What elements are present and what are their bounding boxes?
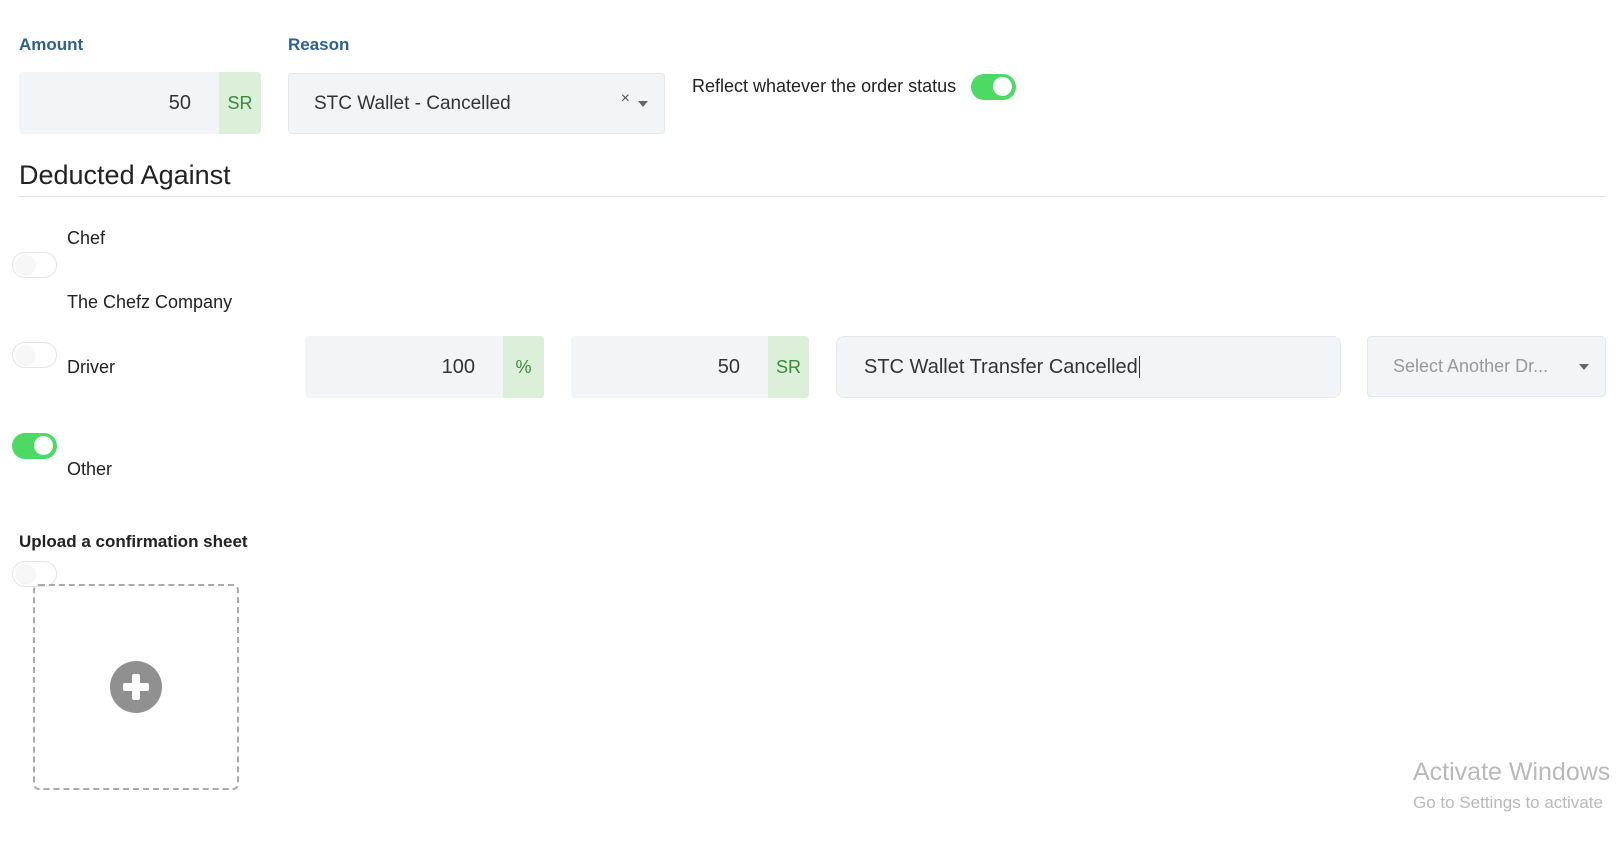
driver-select[interactable]: Select Another Dr... — [1367, 336, 1606, 397]
driver-toggle[interactable] — [12, 433, 57, 459]
upload-dropzone[interactable] — [33, 584, 239, 790]
company-label: The Chefz Company — [67, 292, 233, 312]
company-toggle[interactable] — [12, 342, 57, 368]
chef-label: Chef — [67, 228, 106, 248]
text-cursor — [1138, 356, 1140, 378]
section-divider — [19, 196, 1605, 197]
amount-label: Amount — [19, 35, 84, 54]
chevron-down-icon — [1579, 363, 1589, 370]
driver-amount-value: 50 — [717, 355, 740, 378]
reason-select[interactable]: STC Wallet - Cancelled × — [288, 73, 665, 134]
driver-label: Driver — [67, 357, 115, 377]
reflect-label: Reflect whatever the order status — [692, 76, 957, 96]
chef-toggle[interactable] — [12, 252, 57, 278]
driver-amount-input[interactable]: 50 SR — [571, 336, 809, 398]
driver-percent-unit: % — [503, 336, 544, 398]
driver-amount-unit: SR — [768, 336, 809, 398]
reason-value: STC Wallet - Cancelled — [314, 92, 511, 114]
plus-circle-icon[interactable] — [110, 661, 162, 713]
amount-input[interactable]: 50 SR — [19, 72, 261, 134]
reflect-toggle[interactable] — [971, 74, 1016, 100]
other-label: Other — [67, 459, 113, 479]
upload-label: Upload a confirmation sheet — [19, 532, 248, 551]
driver-percent-value: 100 — [441, 355, 475, 378]
driver-note-value: STC Wallet Transfer Cancelled — [864, 355, 1138, 378]
clear-icon[interactable]: × — [621, 90, 630, 108]
reason-label: Reason — [288, 35, 350, 54]
driver-note-input[interactable]: STC Wallet Transfer Cancelled — [836, 336, 1341, 398]
chevron-down-icon — [638, 100, 648, 107]
deducted-against-title: Deducted Against — [19, 160, 231, 190]
watermark-title: Activate Windows — [1413, 758, 1611, 786]
amount-unit: SR — [219, 72, 261, 134]
driver-select-placeholder: Select Another Dr... — [1393, 356, 1549, 376]
driver-percent-input[interactable]: 100 % — [305, 336, 544, 398]
amount-value: 50 — [168, 91, 191, 114]
watermark-subtitle: Go to Settings to activate — [1413, 793, 1603, 812]
